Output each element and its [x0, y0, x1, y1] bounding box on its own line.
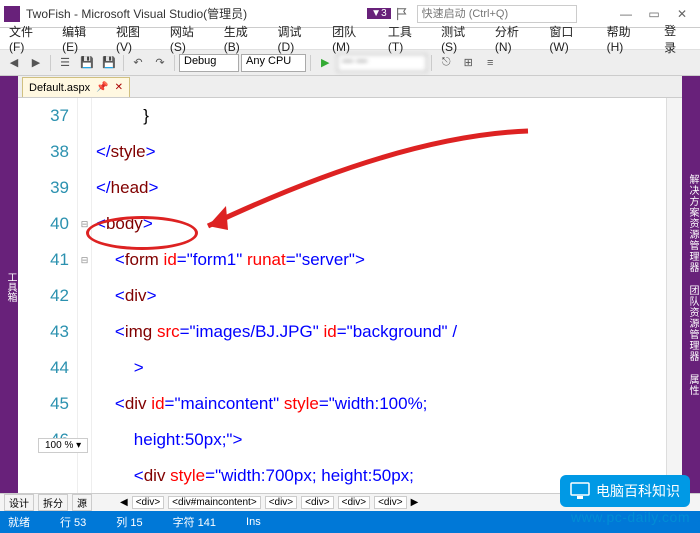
- status-char: 字符 141: [173, 514, 216, 530]
- tab-close-button[interactable]: ✕: [115, 82, 123, 93]
- zoom-indicator[interactable]: 100 % ▾: [38, 438, 88, 453]
- browser-dropdown[interactable]: — —: [337, 54, 427, 72]
- breadcrumb-5[interactable]: <div>: [338, 496, 370, 509]
- menu-login[interactable]: 登录: [654, 20, 698, 58]
- undo-button[interactable]: ↶: [128, 53, 148, 73]
- menu-view[interactable]: 视图(V): [109, 21, 163, 56]
- breadcrumb-3[interactable]: <div>: [265, 496, 297, 509]
- code-area[interactable]: 373839 404142 4344 4546 ⊟ ⊟ } </style> <…: [18, 98, 682, 493]
- view-source[interactable]: 源: [72, 494, 92, 511]
- monitor-icon: [570, 482, 590, 500]
- redo-button[interactable]: ↷: [150, 53, 170, 73]
- titlebar-center: ▼3: [367, 5, 576, 23]
- menu-window[interactable]: 窗口(W): [542, 21, 599, 56]
- breadcrumb-2[interactable]: <div#maincontent>: [168, 496, 261, 509]
- flag-icon[interactable]: [395, 7, 409, 21]
- start-debug-button[interactable]: ▶: [315, 53, 335, 73]
- menu-edit[interactable]: 编辑(E): [55, 21, 109, 56]
- view-split[interactable]: 拆分: [38, 494, 68, 511]
- editor: Default.aspx 📌 ✕ 373839 404142 4344 4546…: [18, 76, 682, 493]
- menu-build[interactable]: 生成(B): [217, 21, 271, 56]
- tb-extra-1[interactable]: ⎋: [436, 53, 456, 73]
- tab-filename: Default.aspx: [29, 82, 90, 94]
- config-dropdown[interactable]: Debug: [179, 54, 239, 72]
- breadcrumb-nav-left[interactable]: ◀: [120, 497, 128, 508]
- tb-extra-2[interactable]: ⊞: [458, 53, 478, 73]
- file-tab[interactable]: Default.aspx 📌 ✕: [22, 77, 130, 97]
- watermark: 电脑百科知识: [560, 475, 690, 507]
- menu-tools[interactable]: 工具(T): [381, 21, 434, 56]
- open-button[interactable]: ☰: [55, 53, 75, 73]
- nav-forward-button[interactable]: ▶: [26, 53, 46, 73]
- quick-launch-input[interactable]: [417, 5, 577, 23]
- breadcrumb-1[interactable]: <div>: [132, 496, 164, 509]
- left-rail-toolbox[interactable]: 工具箱: [0, 76, 18, 493]
- save-all-button[interactable]: 💾: [99, 53, 119, 73]
- tab-strip: Default.aspx 📌 ✕: [18, 76, 682, 98]
- menubar: 文件(F) 编辑(E) 视图(V) 网站(S) 生成(B) 调试(D) 团队(M…: [0, 28, 700, 50]
- right-rail-panels[interactable]: 解决方案资源管理器 团队资源管理器 属性: [682, 76, 700, 493]
- watermark-badge: 电脑百科知识: [560, 475, 690, 507]
- tb-extra-3[interactable]: ≡: [480, 53, 500, 73]
- menu-analyze[interactable]: 分析(N): [488, 21, 543, 56]
- menu-team[interactable]: 团队(M): [325, 21, 381, 56]
- line-gutter: 373839 404142 4344 4546: [18, 98, 78, 493]
- window-title: TwoFish - Microsoft Visual Studio(管理员): [26, 5, 247, 22]
- menu-file[interactable]: 文件(F): [2, 21, 55, 56]
- breadcrumb-nav-right[interactable]: ▶: [411, 497, 419, 508]
- menu-help[interactable]: 帮助(H): [600, 21, 655, 56]
- platform-dropdown[interactable]: Any CPU: [241, 54, 306, 72]
- status-line: 行 53: [60, 514, 86, 530]
- notification-badge[interactable]: ▼3: [367, 8, 390, 19]
- status-ready: 就绪: [8, 514, 30, 530]
- watermark-url: www.pc-daily.com: [571, 509, 690, 525]
- status-ins: Ins: [246, 516, 261, 528]
- view-design[interactable]: 设计: [4, 494, 34, 511]
- vs-logo-icon: [4, 6, 20, 22]
- pin-icon[interactable]: 📌: [96, 82, 108, 93]
- menu-test[interactable]: 测试(S): [434, 21, 488, 56]
- menu-debug[interactable]: 调试(D): [271, 21, 326, 56]
- nav-back-button[interactable]: ◀: [4, 53, 24, 73]
- watermark-url-wrap: www.pc-daily.com: [571, 509, 690, 527]
- code-content[interactable]: } </style> </head> <body> <form id="form…: [92, 98, 666, 493]
- menu-site[interactable]: 网站(S): [163, 21, 217, 56]
- status-col: 列 15: [116, 514, 142, 530]
- content-area: 工具箱 Default.aspx 📌 ✕ 373839 404142 4344 …: [0, 76, 700, 493]
- vertical-scrollbar[interactable]: [666, 98, 682, 493]
- save-button[interactable]: 💾: [77, 53, 97, 73]
- breadcrumb-6[interactable]: <div>: [374, 496, 406, 509]
- breadcrumb-4[interactable]: <div>: [301, 496, 333, 509]
- fold-gutter[interactable]: ⊟ ⊟: [78, 98, 92, 493]
